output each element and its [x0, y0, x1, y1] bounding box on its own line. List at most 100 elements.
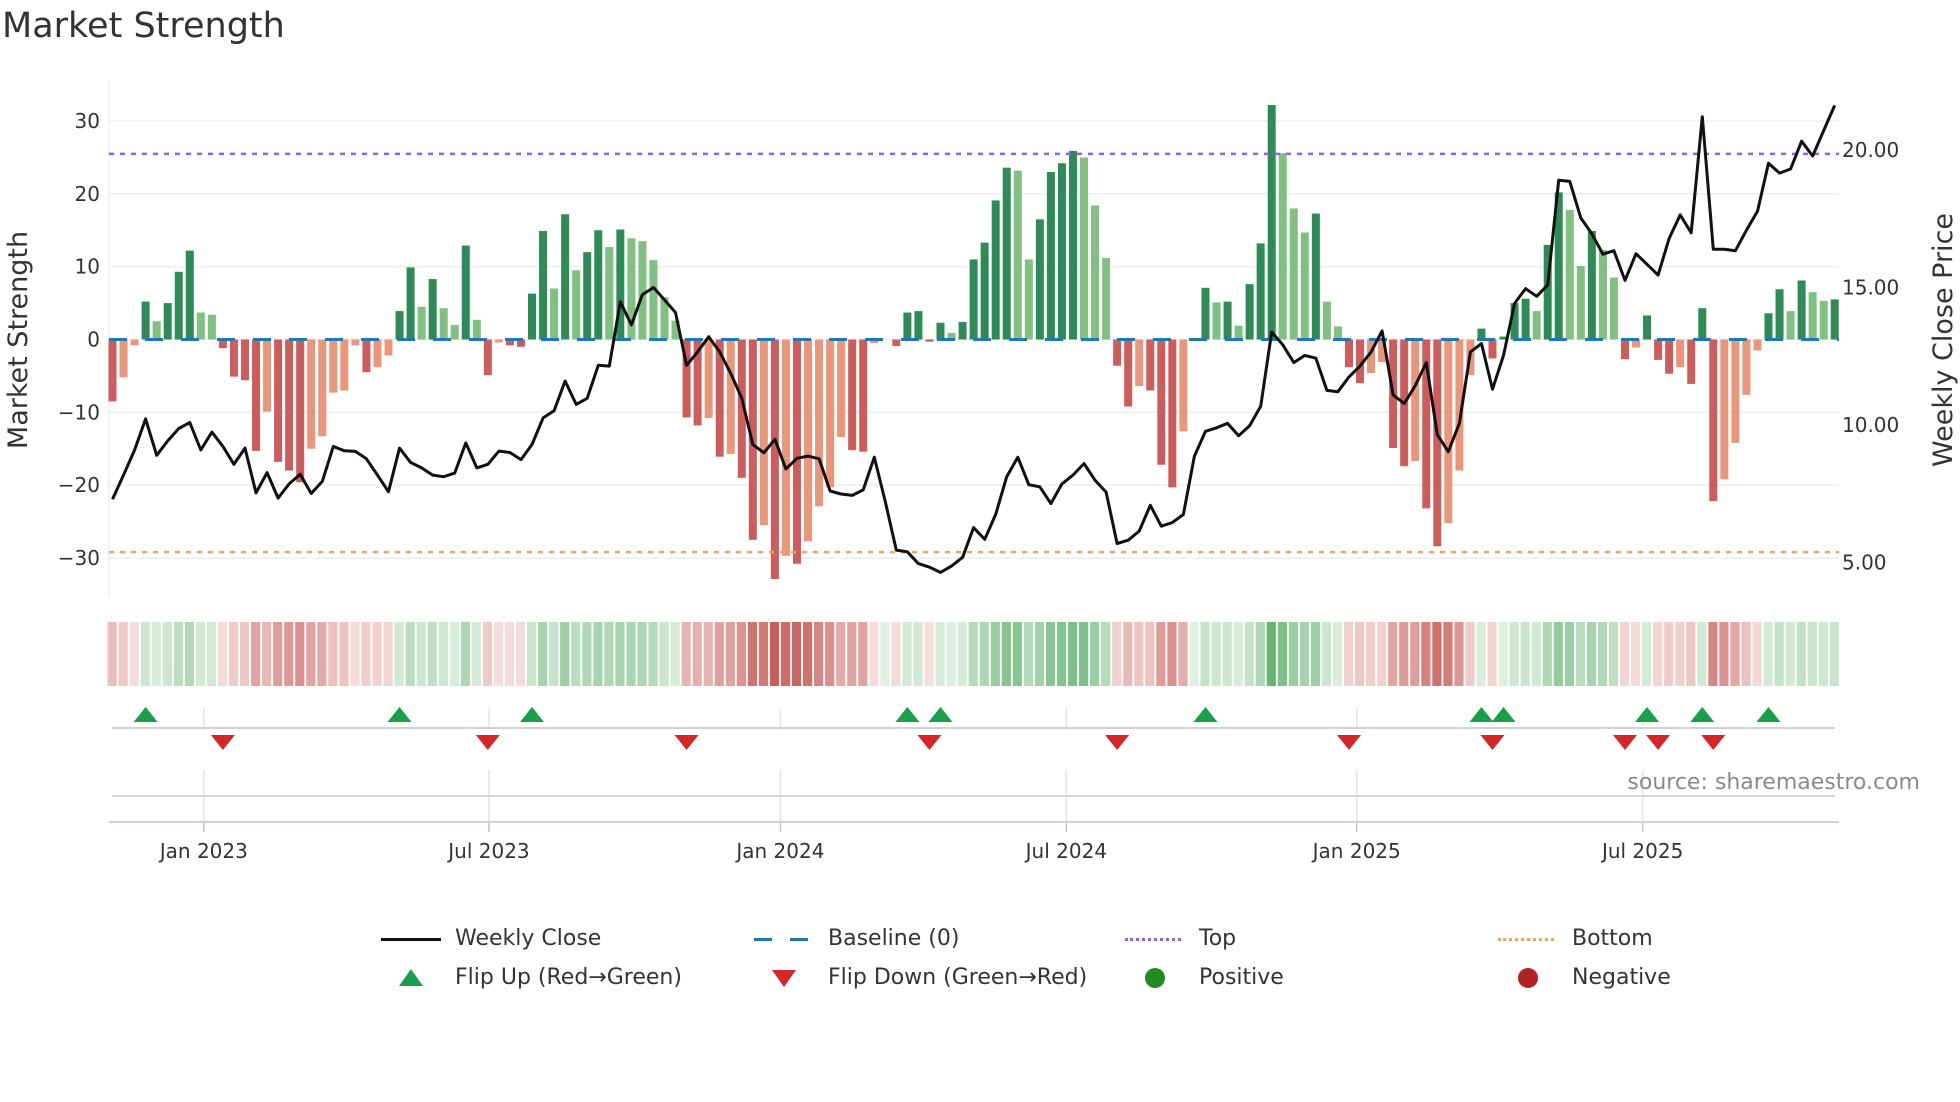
heatmap-cell	[1299, 622, 1310, 686]
heatmap-cell	[913, 622, 923, 686]
strength-bar	[1068, 150, 1077, 340]
heatmap-cell	[571, 622, 581, 686]
heatmap-cell	[195, 622, 206, 686]
strength-bar	[1654, 339, 1663, 360]
strength-bar	[1234, 325, 1243, 340]
legend-label: Flip Up (Red→Green)	[455, 965, 682, 990]
heatmap-cell	[924, 622, 934, 686]
strength-bar	[804, 339, 813, 542]
heatmap-cell	[1686, 622, 1696, 686]
strength-bar	[318, 339, 327, 437]
strength-bar	[848, 339, 857, 451]
x-tick-label: Jan 2023	[158, 839, 248, 863]
strength-bar	[781, 339, 790, 556]
strength-bar	[196, 312, 205, 340]
heatmap-cell	[604, 622, 614, 686]
strength-bar	[472, 319, 481, 340]
strength-bar	[969, 259, 978, 340]
heatmap-cell	[891, 622, 901, 686]
heatmap-cell	[869, 622, 879, 686]
flip-down-marker	[1612, 735, 1637, 750]
strength-bar	[704, 339, 713, 419]
strength-bar	[759, 339, 768, 526]
flip-down-marker	[1480, 735, 1505, 750]
heatmap-cell	[1553, 622, 1563, 686]
heatmap-cell	[1233, 622, 1243, 686]
flip-up-marker	[133, 707, 158, 722]
heatmap-cell	[1178, 622, 1188, 686]
heatmap-cell	[1134, 622, 1144, 686]
heatmap-cell	[405, 622, 415, 686]
strength-bar	[483, 339, 492, 376]
heatmap-cell	[1288, 622, 1298, 686]
heatmap-cell	[659, 622, 669, 686]
heatmap-cell	[118, 622, 128, 686]
heatmap-cell	[306, 622, 316, 686]
strength-bar	[1819, 300, 1828, 340]
heatmap-cell	[1807, 622, 1817, 686]
strength-bar	[1035, 219, 1044, 340]
dotted-line-icon	[1125, 929, 1185, 949]
strength-bar	[1433, 339, 1442, 547]
heatmap-cell	[1653, 622, 1663, 686]
heatmap-cell	[747, 622, 758, 686]
strength-bar	[770, 339, 779, 580]
strength-bar	[1057, 163, 1066, 340]
strength-bar	[1643, 315, 1652, 340]
heatmap-cell	[350, 622, 360, 686]
strength-bar	[815, 339, 824, 507]
strength-bar	[826, 339, 835, 488]
heatmap-cell	[791, 622, 802, 686]
flip-up-marker	[928, 707, 953, 722]
heatmap-cell	[1399, 622, 1409, 686]
y2-axis-title: Weekly Close Price	[1928, 213, 1959, 467]
strength-bar	[1267, 105, 1276, 340]
heatmap-cell	[1056, 622, 1067, 686]
heatmap-cell	[1355, 622, 1365, 686]
heatmap-cell	[427, 622, 437, 686]
strength-bar	[119, 339, 128, 378]
flip-down-marker	[917, 735, 942, 750]
flip-up-marker	[1491, 707, 1516, 722]
heatmap-cell	[1079, 622, 1089, 686]
strength-bar	[1278, 153, 1287, 340]
strength-bar	[384, 339, 393, 356]
heatmap-cell	[1189, 622, 1199, 686]
strength-bar	[1775, 289, 1784, 340]
strength-bar	[351, 339, 360, 346]
strength-bar	[1830, 299, 1839, 340]
heatmap-cell	[1244, 622, 1254, 686]
heatmap-cell	[736, 622, 746, 686]
strength-bar	[649, 260, 658, 340]
heatmap-cell	[549, 622, 559, 686]
strength-bar	[1764, 313, 1773, 340]
strength-bar	[1091, 205, 1100, 340]
heatmap-cell	[206, 622, 217, 686]
heatmap-cell	[449, 622, 459, 686]
dashed-line-icon	[754, 929, 814, 949]
heatmap-cell	[626, 622, 636, 686]
heatmap-cell	[1564, 622, 1574, 686]
heatmap-cell	[1421, 622, 1431, 686]
heatmap-cell	[1410, 622, 1420, 686]
strength-bar	[1444, 339, 1453, 523]
heatmap-cell	[262, 622, 272, 686]
legend-flip-up: Flip Up (Red→Green)	[381, 965, 682, 990]
legend-label: Baseline (0)	[828, 926, 960, 951]
heatmap-cell	[946, 622, 956, 686]
strength-bar	[296, 339, 305, 483]
heatmap-cell	[217, 622, 228, 686]
strength-bar	[605, 247, 614, 340]
heatmap-cell	[151, 622, 161, 686]
heatmap-cell	[1101, 622, 1111, 686]
heatmap-cell	[1818, 622, 1828, 686]
legend-flip-down: Flip Down (Green→Red)	[754, 965, 1087, 990]
strength-bar	[1587, 231, 1596, 340]
strength-bar	[892, 339, 901, 347]
heatmap-cell	[803, 622, 813, 686]
heatmap-cell	[1377, 622, 1387, 686]
heatmap-cell	[1531, 622, 1541, 686]
heatmap-cell	[1664, 622, 1674, 686]
strength-bar	[163, 303, 172, 340]
strength-bar	[1720, 339, 1729, 480]
